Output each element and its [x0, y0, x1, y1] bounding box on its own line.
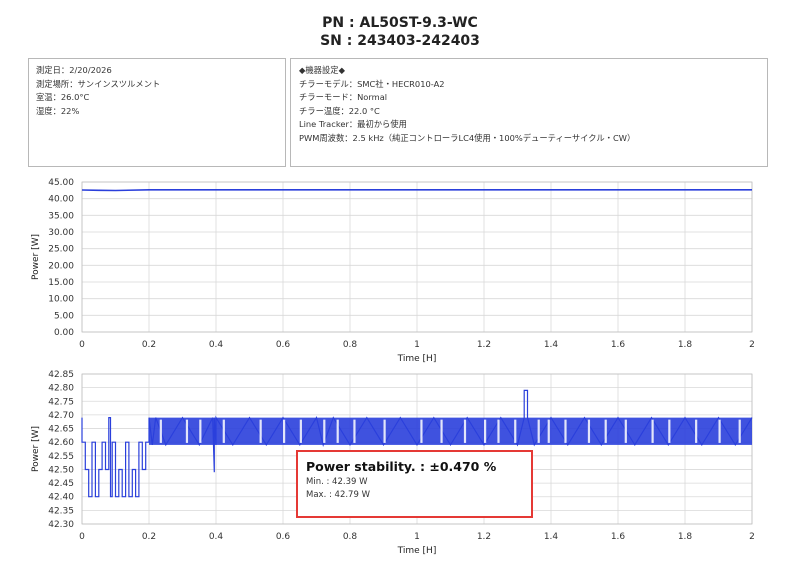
y-tick-label: 42.50 [48, 465, 74, 475]
band-gap [564, 419, 567, 443]
x-tick-label: 1 [414, 340, 420, 350]
y-tick-label: 5.00 [54, 311, 74, 321]
y-tick-label: 40.00 [48, 195, 74, 205]
y-tick-label: 42.30 [48, 520, 74, 530]
oscillation-band [149, 417, 752, 445]
band-gap [383, 419, 386, 443]
x-axis-label: Time [H] [397, 546, 437, 556]
y-axis-label: Power [W] [31, 426, 41, 472]
band-gap [738, 419, 741, 443]
x-tick-label: 1 [414, 532, 420, 542]
stability-min: Min. : 42.39 W [306, 477, 368, 487]
x-tick-label: 0 [79, 532, 85, 542]
x-axis-label: Time [H] [397, 354, 437, 364]
x-tick-label: 0.2 [142, 532, 156, 542]
band-gap [587, 419, 591, 443]
y-tick-label: 25.00 [48, 245, 74, 255]
x-tick-label: 1.2 [477, 532, 491, 542]
x-tick-label: 1.8 [678, 340, 693, 350]
x-tick-label: 1.4 [544, 340, 559, 350]
band-gap [259, 419, 262, 443]
y-axis-label: Power [W] [31, 234, 41, 280]
band-gap [604, 419, 607, 443]
band-gap [718, 419, 721, 443]
band-gap [323, 419, 326, 443]
x-tick-label: 0.2 [142, 340, 156, 350]
stability-box: Power stability. : ±0.470 % Min. : 42.39… [296, 450, 533, 518]
band-gap [537, 419, 540, 443]
oscillation-fill [149, 417, 752, 445]
x-tick-label: 0.8 [343, 340, 358, 350]
stability-max: Max. : 42.79 W [306, 490, 370, 500]
band-gap [624, 419, 627, 443]
band-gap [299, 419, 302, 443]
x-tick-label: 1.4 [544, 532, 559, 542]
series-line [81, 189, 752, 192]
band-gap [484, 419, 487, 443]
y-tick-label: 42.80 [48, 384, 74, 394]
x-tick-label: 0.8 [343, 532, 358, 542]
x-tick-label: 1.6 [611, 340, 626, 350]
band-gap [222, 419, 225, 443]
band-gap [514, 419, 517, 443]
x-tick-label: 0.6 [276, 532, 291, 542]
band-gap [199, 419, 202, 443]
x-tick-label: 2 [749, 532, 755, 542]
x-tick-label: 0.4 [209, 532, 224, 542]
band-gap [336, 419, 339, 443]
stability-title: Power stability. : ±0.470 % [306, 459, 497, 474]
y-tick-label: 0.00 [54, 328, 74, 338]
x-tick-label: 1.2 [477, 340, 491, 350]
band-gap [159, 419, 162, 443]
y-tick-label: 42.60 [48, 438, 74, 448]
y-tick-label: 42.85 [48, 370, 74, 380]
chart-1: 0.00 5.00 10.00 15.00 20.00 25.00 30.00 35.00 40… [31, 178, 755, 364]
y-tick-label: 42.40 [48, 493, 74, 503]
y-tick-label: 30.00 [48, 228, 74, 238]
band-gap [353, 419, 356, 443]
y-tick-label: 42.65 [48, 425, 74, 435]
x-tick-label: 0.4 [209, 340, 224, 350]
band-gap [497, 419, 500, 443]
y-tick-label: 42.45 [48, 479, 74, 489]
x-tick-label: 0 [79, 340, 85, 350]
band-gap [547, 419, 550, 443]
x-tick-label: 0.6 [276, 340, 291, 350]
band-gap [668, 419, 671, 443]
y-tick-label: 10.00 [48, 295, 74, 305]
band-gap [185, 419, 189, 443]
band-gap [420, 419, 423, 443]
x-tick-label: 1.6 [611, 532, 626, 542]
y-tick-label: 42.75 [48, 397, 74, 407]
y-tick-label: 45.00 [48, 178, 74, 188]
y-tick-label: 42.70 [48, 411, 74, 421]
y-tick-label: 20.00 [48, 261, 74, 271]
x-tick-label: 2 [749, 340, 755, 350]
band-gap [463, 419, 467, 443]
band-gap [283, 419, 286, 443]
x-tick-label: 1.8 [678, 532, 693, 542]
band-gap [440, 419, 443, 443]
band-gap [695, 419, 698, 443]
y-tick-label: 35.00 [48, 211, 74, 221]
band-gap [651, 419, 654, 443]
y-tick-label: 42.55 [48, 452, 74, 462]
y-tick-label: 42.35 [48, 506, 74, 516]
y-tick-label: 15.00 [48, 278, 74, 288]
